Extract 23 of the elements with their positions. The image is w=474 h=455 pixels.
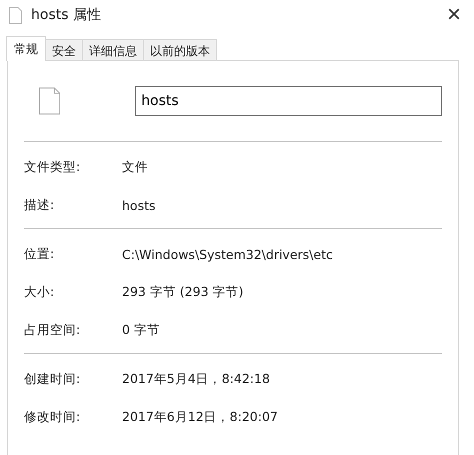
property-label: 描述:: [24, 196, 56, 214]
property-value: 293 字节 (293 字节): [122, 284, 244, 300]
property-label: 文件类型:: [24, 158, 82, 176]
property-label: 位置:: [24, 246, 56, 262]
property-label: 创建时间:: [24, 370, 82, 388]
tab[interactable]: 安全: [45, 39, 83, 60]
property-label: 大小:: [24, 284, 56, 300]
property-label: 占用空间:: [24, 322, 82, 338]
tab[interactable]: 详细信息: [82, 39, 144, 60]
property-label: 修改时间:: [24, 408, 82, 426]
property-value: C:\Windows\System32\drivers\etc: [122, 246, 333, 262]
file-icon: [39, 87, 60, 115]
property-value: hosts: [122, 198, 156, 212]
property-value: 0 字节: [122, 322, 160, 338]
close-button[interactable]: ×: [434, 1, 474, 29]
property-value: 2017年5月4日，8:42:18: [122, 370, 270, 388]
property-value: 文件: [122, 158, 148, 176]
property-value: 2017年6月12日，8:20:07: [122, 408, 278, 426]
file-icon: [9, 6, 22, 24]
tab[interactable]: 常规: [6, 36, 46, 61]
tab[interactable]: 以前的版本: [143, 39, 217, 60]
window-title: hosts 属性: [31, 6, 102, 24]
name-field[interactable]: hosts: [135, 86, 442, 116]
